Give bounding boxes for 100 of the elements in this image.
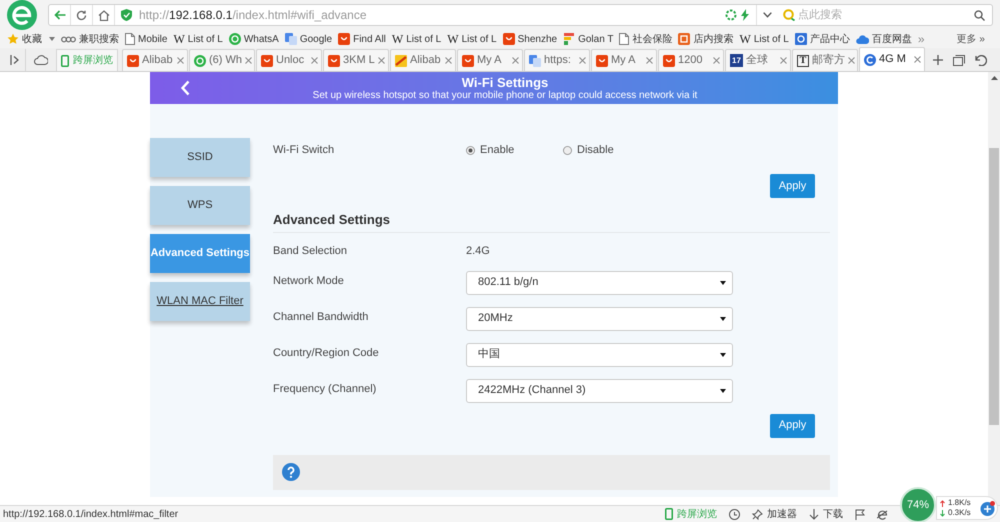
clock-icon[interactable]: [729, 508, 740, 520]
smile-tile-icon: [338, 33, 350, 45]
bookmark-item[interactable]: 店内搜索: [678, 32, 734, 46]
sidebar-tab[interactable]: WPS: [150, 186, 250, 225]
close-icon[interactable]: [245, 57, 252, 64]
close-icon[interactable]: [177, 57, 184, 64]
browser-tab[interactable]: 3KM L: [323, 49, 389, 71]
bookmark-item[interactable]: 收藏: [7, 32, 55, 46]
bookmark-item[interactable]: Google: [284, 32, 332, 46]
bookmark-item[interactable]: W List of L: [173, 32, 223, 46]
bookmark-item[interactable]: Shenzhe: [502, 32, 558, 46]
browser-tab[interactable]: My A: [591, 49, 657, 71]
stripes-icon: [563, 33, 576, 45]
close-icon[interactable]: [780, 57, 787, 64]
browser-tab[interactable]: (6) Wh: [189, 49, 255, 71]
e-swoosh-icon[interactable]: [877, 508, 888, 520]
bookmark-item[interactable]: WhatsA: [228, 32, 279, 46]
status-button[interactable]: 加速器: [752, 506, 797, 522]
search-logo-icon: [783, 9, 795, 21]
caret-icon: [720, 316, 726, 320]
dashed-circle-icon[interactable]: [725, 9, 737, 21]
stacked-squares-icon: [284, 33, 297, 45]
smile-tile-icon: [127, 54, 139, 66]
bookmark-item[interactable]: 产品中心: [794, 32, 850, 46]
phone-icon: [665, 508, 673, 520]
bookmark-item[interactable]: Find All: [338, 32, 386, 46]
close-icon[interactable]: [311, 57, 318, 64]
radio-option[interactable]: Enable: [466, 142, 563, 158]
favicon-letter: W: [392, 33, 404, 45]
favicon-letter: W: [173, 33, 185, 45]
windows-icon: [953, 54, 965, 66]
bookmark-item[interactable]: 兼职搜索: [61, 32, 119, 46]
close-icon[interactable]: [646, 57, 653, 64]
bolt-icon[interactable]: [741, 9, 749, 21]
browser-tab[interactable]: Alibab: [122, 49, 188, 71]
radio-icon[interactable]: [563, 146, 572, 154]
slash-tile-icon: [395, 54, 407, 66]
chevron-down-icon: [763, 12, 772, 18]
browser-tab[interactable]: Unloc: [256, 49, 322, 71]
dropdown-select[interactable]: 中国: [466, 342, 733, 366]
close-icon[interactable]: [914, 56, 921, 63]
browser-tab[interactable]: 17 全球: [725, 49, 791, 71]
bookmark-item[interactable]: W List of L: [392, 32, 442, 46]
close-icon[interactable]: [445, 57, 452, 64]
browser-tab[interactable]: 1200: [658, 49, 724, 71]
url-field[interactable]: http://192.168.0.1/index.html#wifi_advance: [115, 5, 725, 25]
bookmark-item[interactable]: Mobile: [125, 32, 168, 46]
close-icon[interactable]: [848, 57, 855, 64]
browser-tab[interactable]: T 邮寄方: [792, 49, 858, 71]
apply-button[interactable]: Apply: [770, 174, 815, 198]
scroll-up-icon[interactable]: [990, 76, 998, 80]
radio-option[interactable]: Disable: [563, 142, 660, 158]
dropdown-select[interactable]: 802.11 b/g/n: [466, 270, 733, 294]
search-icon[interactable]: [974, 10, 985, 20]
dropdown-select[interactable]: 20MHz: [466, 306, 733, 330]
favicon-letter: W: [447, 33, 459, 45]
browser-logo-icon[interactable]: [7, 0, 37, 30]
caret-icon: [49, 37, 55, 41]
help-icon[interactable]: [282, 463, 300, 481]
plus-circle-icon[interactable]: [980, 500, 995, 516]
phone-icon: [61, 54, 69, 66]
bookmark-item[interactable]: Golan T: [563, 32, 614, 46]
field-label: Wi-Fi Switch: [273, 142, 336, 158]
bookmark-item[interactable]: W List of L: [447, 32, 497, 46]
apply-button[interactable]: Apply: [770, 414, 815, 438]
sidebar-tab[interactable]: SSID: [150, 138, 250, 177]
dropdown-select[interactable]: 2422MHz (Channel 3): [466, 378, 733, 402]
close-icon[interactable]: [378, 57, 385, 64]
field-label: Channel Bandwidth: [273, 310, 370, 324]
bookmark-item[interactable]: W List of L: [739, 32, 789, 46]
browser-tab[interactable]: 4G M: [859, 47, 925, 71]
status-button[interactable]: 下载: [809, 506, 843, 522]
radio-icon[interactable]: [466, 146, 475, 154]
browser-tab[interactable]: My A: [457, 49, 523, 71]
smile-tile-icon: [663, 54, 675, 66]
close-icon[interactable]: [512, 57, 519, 64]
caret-icon: [720, 388, 726, 392]
page-icon: [125, 33, 135, 45]
browser-tab[interactable]: Alibab: [390, 49, 456, 71]
stacked-squares-icon: [529, 54, 541, 66]
flag-icon[interactable]: [855, 508, 865, 520]
page-subtitle: Set up wireless hotspot so that your mobile phone or laptop could access network via it: [312, 90, 698, 102]
sidebar-tab[interactable]: WLAN MAC Filter: [150, 282, 250, 321]
star-icon: [7, 33, 19, 45]
close-icon[interactable]: [713, 57, 720, 64]
arc-circle-icon: [864, 54, 876, 66]
field-label: Country/Region Code: [273, 346, 380, 360]
smile-tile-icon: [261, 54, 273, 66]
smile-tile-icon: [462, 54, 474, 66]
down-arrow-icon: [809, 508, 819, 520]
scrollbar[interactable]: [988, 72, 1000, 505]
bookmark-item[interactable]: 社会保险: [619, 32, 672, 46]
close-icon[interactable]: [579, 57, 586, 64]
field-value: 2.4G: [466, 244, 490, 260]
scrollbar-thumb[interactable]: [989, 148, 999, 425]
browser-tab[interactable]: https:: [524, 49, 590, 71]
arrow-left-icon: [54, 10, 66, 20]
more-button[interactable]: 更多 »: [956, 32, 985, 46]
chevron-left-icon: [180, 80, 190, 96]
bookmark-item[interactable]: 百度网盘: [856, 32, 912, 46]
